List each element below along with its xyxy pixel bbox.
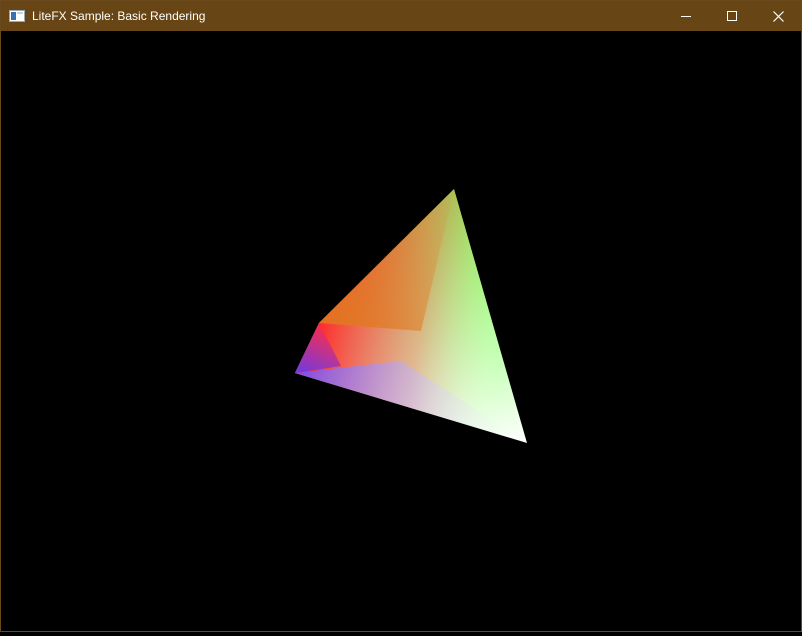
minimize-icon — [681, 16, 691, 17]
window-title: LiteFX Sample: Basic Rendering — [32, 9, 206, 23]
window-controls — [663, 1, 801, 31]
minimize-button[interactable] — [663, 1, 709, 31]
close-icon — [772, 10, 784, 22]
app-window: LiteFX Sample: Basic Rendering — [0, 0, 802, 632]
title-bar[interactable]: LiteFX Sample: Basic Rendering — [1, 1, 801, 31]
rendered-scene — [295, 189, 527, 443]
render-viewport[interactable] — [1, 31, 801, 631]
close-button[interactable] — [755, 1, 801, 31]
tetrahedron — [295, 189, 527, 443]
app-icon[interactable] — [9, 8, 25, 24]
maximize-icon — [727, 11, 737, 21]
maximize-button[interactable] — [709, 1, 755, 31]
